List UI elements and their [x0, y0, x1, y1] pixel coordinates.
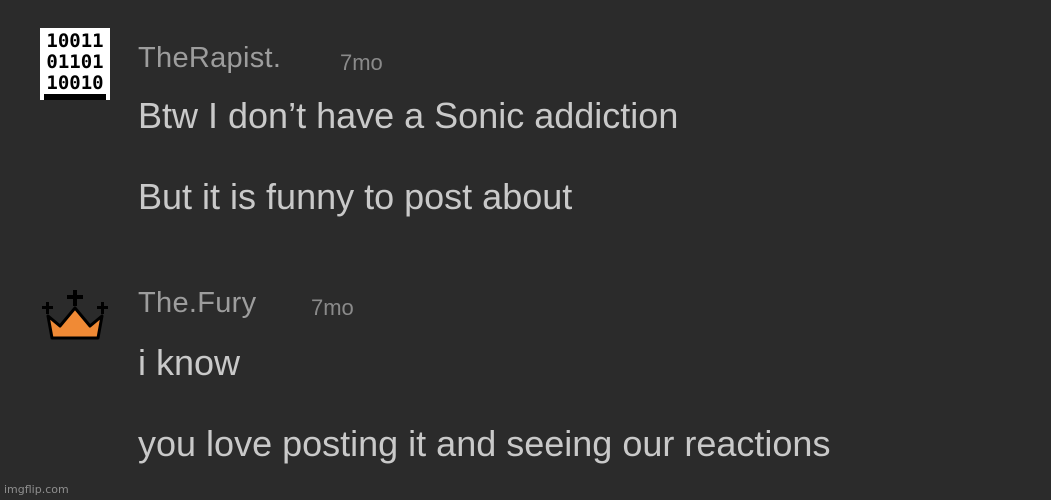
- binary-row-1: 10011: [46, 30, 103, 52]
- watermark: imgflip.com: [4, 483, 69, 496]
- comment-text-line-1: Btw I don’t have a Sonic addiction: [138, 95, 679, 136]
- avatar-binary-icon[interactable]: 10011 01101 10010: [40, 28, 110, 100]
- comment-text-line-2: But it is funny to post about: [138, 176, 573, 217]
- binary-row-3: 10010: [46, 72, 103, 94]
- comment-timestamp: 7mo: [340, 50, 383, 75]
- comment-username[interactable]: TheRapist.: [138, 42, 281, 75]
- binary-code-icon: 10011 01101 10010: [40, 28, 110, 100]
- comment-text-line-1: i know: [138, 342, 241, 383]
- binary-row-2: 01101: [46, 51, 103, 73]
- avatar-crown-icon[interactable]: [40, 288, 110, 358]
- comment-timestamp: 7mo: [311, 295, 354, 320]
- comment-username[interactable]: The.Fury: [138, 287, 256, 320]
- comment-thread: 10011 01101 10010 TheRapist. 7mo Btw I d…: [0, 0, 1051, 500]
- crown-icon: [42, 290, 108, 340]
- comment-text-line-2: you love posting it and seeing our react…: [138, 423, 831, 464]
